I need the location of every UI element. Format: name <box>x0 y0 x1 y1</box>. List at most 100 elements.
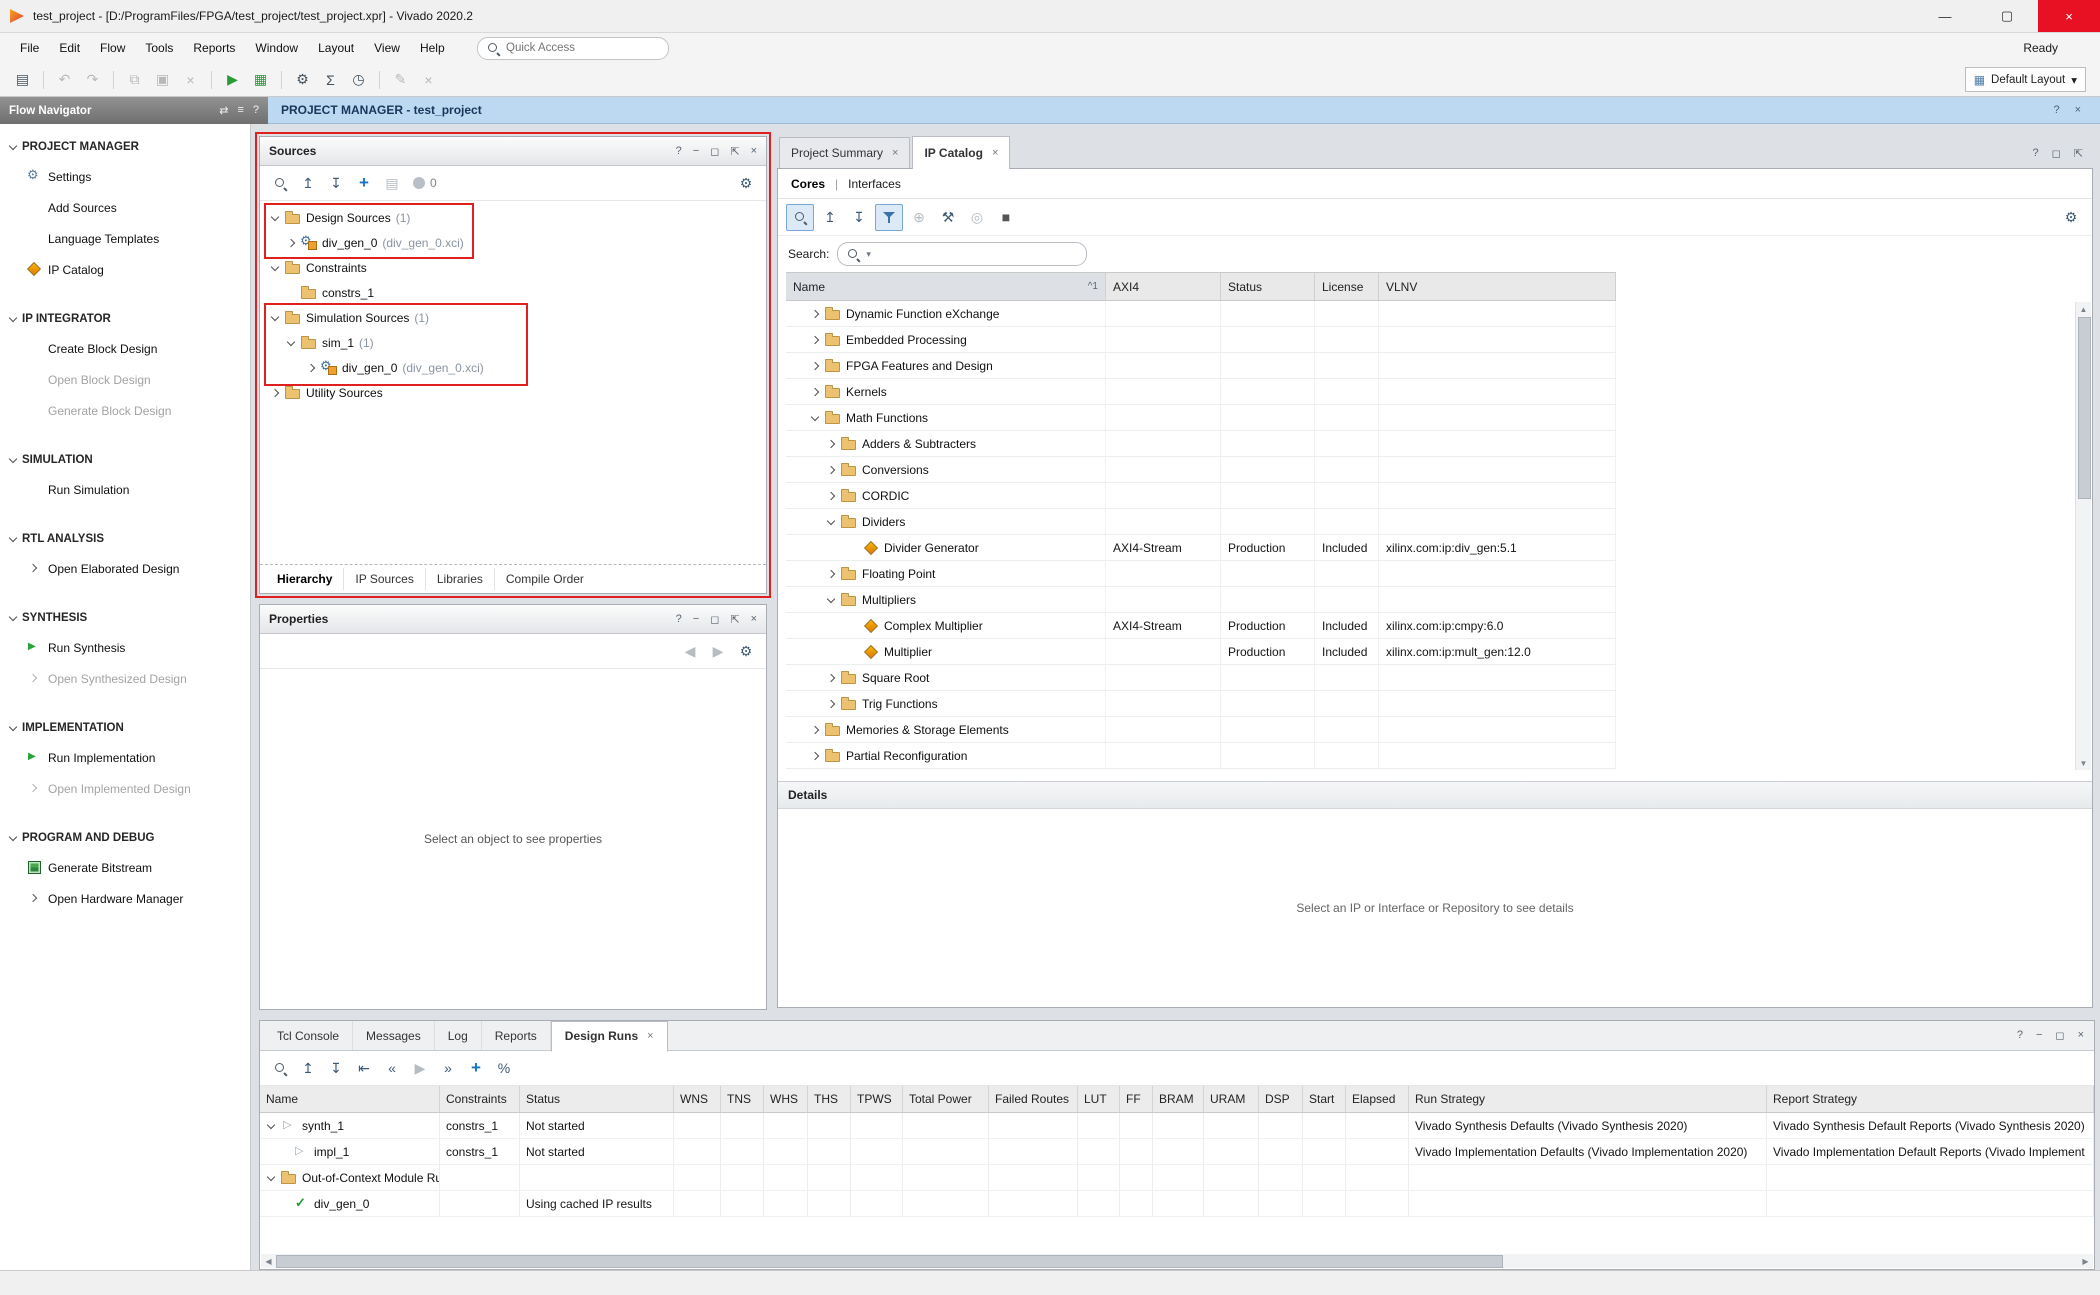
ip-catalog-row[interactable]: Conversions <box>786 457 1616 483</box>
edit-icon[interactable]: ✎ <box>388 68 413 92</box>
flow-section-header[interactable]: SYNTHESIS <box>0 604 250 632</box>
expand-icon[interactable] <box>268 311 284 325</box>
expand-icon[interactable] <box>808 723 824 737</box>
step-back-button[interactable]: « <box>379 1056 405 1081</box>
scroll-right-icon[interactable]: ▶ <box>2078 1257 2093 1266</box>
expand-all-button[interactable]: ↧ <box>323 171 349 196</box>
expand-icon[interactable] <box>846 645 862 659</box>
filter-button[interactable] <box>875 204 903 231</box>
flow-item[interactable]: Run Simulation <box>0 474 250 505</box>
flow-item[interactable]: Language Templates <box>0 223 250 254</box>
column-header[interactable]: Start <box>1303 1086 1346 1112</box>
design-run-row[interactable]: Out-of-Context Module Runs <box>260 1165 2094 1191</box>
column-header[interactable]: Status <box>520 1086 674 1112</box>
expand-icon[interactable] <box>808 411 824 425</box>
expand-icon[interactable] <box>276 1197 292 1211</box>
column-header-status[interactable]: Status <box>1221 273 1315 300</box>
flow-item[interactable]: Open Synthesized Design <box>0 663 250 694</box>
ip-catalog-row[interactable]: Memories & Storage Elements <box>786 717 1616 743</box>
sources-view-tab[interactable]: Hierarchy <box>266 568 344 590</box>
column-header[interactable]: TPWS <box>851 1086 903 1112</box>
run-icon[interactable]: ▶ <box>220 68 245 92</box>
copy-icon[interactable]: ⧉ <box>122 68 147 92</box>
ip-catalog-row[interactable]: FPGA Features and Design <box>786 353 1616 379</box>
layout-select[interactable]: ▦ Default Layout ▾ <box>1965 67 2086 92</box>
flow-item[interactable]: Create Block Design <box>0 333 250 364</box>
ip-catalog-row[interactable]: Divider Generator AXI4-Stream Production… <box>786 535 1616 561</box>
ip-catalog-row[interactable]: Adders & Subtracters <box>786 431 1616 457</box>
column-header[interactable]: BRAM <box>1153 1086 1204 1112</box>
design-run-row[interactable]: impl_1 constrs_1 Not started <box>260 1139 2094 1165</box>
float-icon[interactable]: ◻ <box>2055 1029 2064 1042</box>
flow-item[interactable]: Generate Block Design <box>0 395 250 426</box>
column-header[interactable]: THS <box>808 1086 851 1112</box>
expand-icon[interactable] <box>284 336 300 350</box>
flow-item[interactable]: Run Implementation <box>0 742 250 773</box>
menu-item[interactable]: Layout <box>308 37 364 59</box>
ip-settings-button[interactable]: ⚒ <box>935 205 961 230</box>
source-tree-row[interactable]: Design Sources (1) <box>260 205 766 230</box>
collapse-all-button[interactable]: ↥ <box>295 1056 321 1081</box>
expand-icon[interactable] <box>824 567 840 581</box>
properties-panel-header[interactable]: Properties ? − ◻ ⇱ × <box>260 605 766 634</box>
ip-catalog-row[interactable]: Multiplier Production Included xilinx.co… <box>786 639 1616 665</box>
help-icon[interactable]: ? <box>2053 104 2059 116</box>
column-header-axi4[interactable]: AXI4 <box>1106 273 1221 300</box>
step-forward-button[interactable]: » <box>435 1056 461 1081</box>
bottom-tab[interactable]: Tcl Console × <box>264 1021 353 1050</box>
cancel-icon[interactable]: × <box>416 68 441 92</box>
source-tree-row[interactable]: div_gen_0 (div_gen_0.xci) <box>260 230 766 255</box>
sources-view-tab[interactable]: IP Sources <box>344 568 425 590</box>
expand-icon[interactable] <box>824 437 840 451</box>
ip-catalog-row[interactable]: Floating Point <box>786 561 1616 587</box>
flow-item[interactable]: Run Synthesis <box>0 632 250 663</box>
ip-search-input[interactable] <box>877 247 1077 261</box>
scroll-up-icon[interactable]: ▲ <box>2076 302 2091 316</box>
flow-section-header[interactable]: PROGRAM AND DEBUG <box>0 824 250 852</box>
ip-catalog-row[interactable]: Multipliers <box>786 587 1616 613</box>
ip-catalog-row[interactable]: Partial Reconfiguration <box>786 743 1616 769</box>
maximize-icon[interactable]: ⇱ <box>730 613 739 626</box>
expand-icon[interactable] <box>264 1119 280 1133</box>
source-tree-row[interactable]: sim_1 (1) <box>260 330 766 355</box>
close-icon[interactable]: × <box>892 147 898 159</box>
close-icon[interactable]: × <box>992 147 998 159</box>
go-to-start-button[interactable]: ⇤ <box>351 1056 377 1081</box>
expand-icon[interactable] <box>808 385 824 399</box>
design-run-row[interactable]: synth_1 constrs_1 Not started <box>260 1113 2094 1139</box>
ip-catalog-row[interactable]: Kernels <box>786 379 1616 405</box>
quick-access-search[interactable] <box>477 37 669 60</box>
bottom-tab[interactable]: Reports × <box>482 1021 551 1050</box>
float-icon[interactable]: ◻ <box>710 613 719 626</box>
expand-icon[interactable] <box>284 286 300 300</box>
expand-icon[interactable] <box>846 619 862 633</box>
flow-section-header[interactable]: RTL ANALYSIS <box>0 525 250 553</box>
column-header[interactable]: URAM <box>1204 1086 1259 1112</box>
tab-project-summary[interactable]: Project Summary × <box>779 137 910 168</box>
search-button[interactable] <box>267 171 293 196</box>
scrollbar-thumb[interactable] <box>2078 317 2091 499</box>
help-icon[interactable]: ? <box>676 613 682 626</box>
settings-gear-icon[interactable]: ⚙ <box>733 171 759 196</box>
close-icon[interactable]: × <box>2078 1029 2084 1042</box>
create-run-button[interactable]: + <box>463 1056 489 1081</box>
column-header[interactable]: WHS <box>764 1086 808 1112</box>
search-button[interactable] <box>267 1056 293 1081</box>
menu-item[interactable]: Reports <box>183 37 245 59</box>
forward-button[interactable]: ▶ <box>705 639 731 664</box>
flow-item[interactable]: Open Elaborated Design <box>0 553 250 584</box>
design-runs-horizontal-scrollbar[interactable]: ◀ ▶ <box>261 1254 2093 1268</box>
column-header-name[interactable]: Name ^1 <box>786 273 1106 300</box>
flow-item[interactable]: IP Catalog <box>0 254 250 285</box>
ip-catalog-row[interactable]: CORDIC <box>786 483 1616 509</box>
stop-button[interactable]: ■ <box>993 205 1019 230</box>
expand-icon[interactable] <box>824 515 840 529</box>
window-minimize-button[interactable]: — <box>1914 0 1976 32</box>
expand-icon[interactable] <box>264 1171 280 1185</box>
settings-gear-icon[interactable]: ⚙ <box>290 68 315 92</box>
close-icon[interactable]: × <box>647 1030 653 1042</box>
expand-icon[interactable] <box>284 236 300 250</box>
flow-item[interactable]: Add Sources <box>0 192 250 223</box>
column-header-license[interactable]: License <box>1315 273 1379 300</box>
back-button[interactable]: ◀ <box>677 639 703 664</box>
